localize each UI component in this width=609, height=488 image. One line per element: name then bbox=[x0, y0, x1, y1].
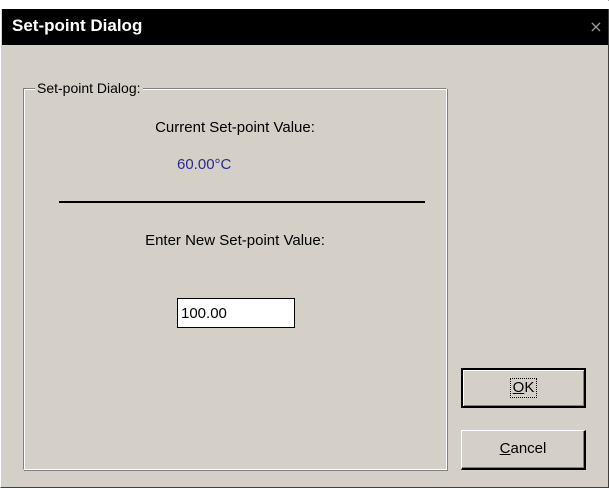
ok-label-rest: K bbox=[524, 379, 535, 396]
groupbox-legend: Set-point Dialog: bbox=[35, 79, 143, 97]
current-setpoint-value: 60.00°C bbox=[177, 156, 232, 173]
current-setpoint-label: Current Set-point Value: bbox=[155, 119, 315, 136]
ok-button-focus: OK bbox=[509, 378, 538, 398]
ok-mnemonic: O bbox=[512, 379, 525, 396]
setpoint-dialog-window: Set-point Dialog × Set-point Dialog: Cur… bbox=[0, 0, 609, 488]
new-setpoint-label: Enter New Set-point Value: bbox=[145, 232, 325, 249]
cancel-button[interactable]: Cancel bbox=[461, 430, 586, 470]
cancel-label-rest: ancel bbox=[510, 440, 547, 457]
title-bar[interactable]: Set-point Dialog × bbox=[2, 9, 608, 45]
setpoint-groupbox bbox=[23, 88, 447, 470]
close-icon[interactable]: × bbox=[586, 18, 606, 36]
window-title: Set-point Dialog bbox=[12, 16, 143, 35]
ok-button[interactable]: OK bbox=[461, 368, 586, 408]
cancel-mnemonic: C bbox=[499, 440, 511, 457]
top-strip bbox=[1, 1, 609, 9]
divider-line bbox=[59, 201, 425, 203]
new-setpoint-input[interactable] bbox=[177, 298, 295, 328]
